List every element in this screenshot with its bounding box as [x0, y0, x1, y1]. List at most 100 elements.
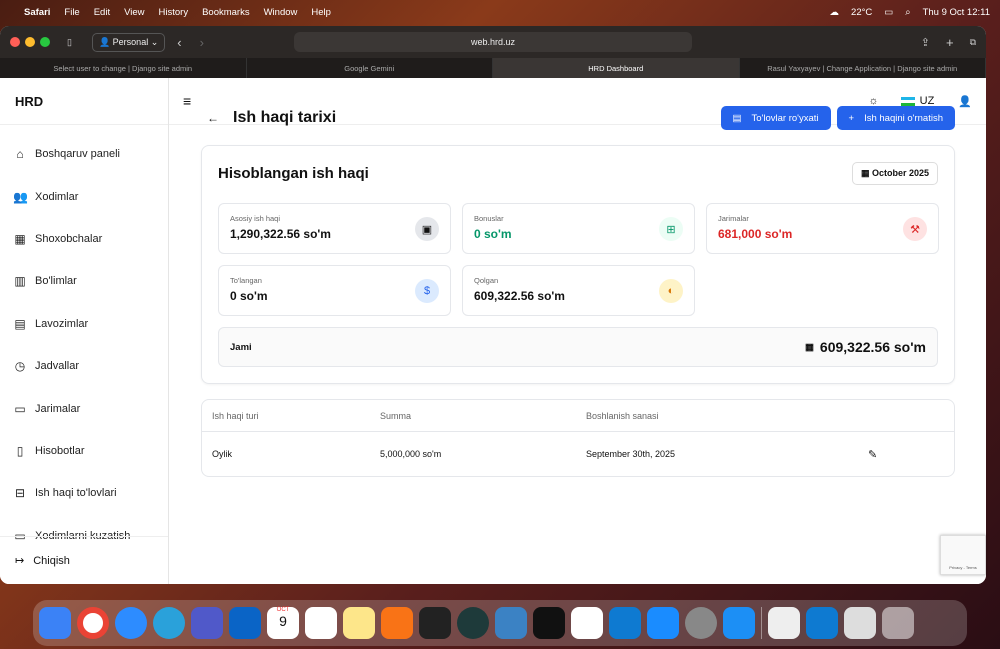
list-icon: ▤: [732, 112, 742, 124]
stat-value: 681,000 so'm: [718, 227, 793, 241]
minimize-window-button[interactable]: [25, 37, 35, 47]
menu-file[interactable]: File: [64, 7, 79, 18]
preview-icon[interactable]: [844, 607, 876, 639]
total-value: 609,322.56 so'm: [819, 339, 926, 355]
finder-icon[interactable]: [39, 607, 71, 639]
stat-base-salary: Asosiy ish haqi 1,290,322.56 so'm ▣: [218, 203, 451, 254]
cell-type: Oylik: [212, 449, 232, 459]
menu-app[interactable]: Safari: [24, 7, 50, 18]
menu-history[interactable]: History: [159, 7, 189, 18]
new-tab-icon[interactable]: +: [946, 35, 954, 50]
month-picker[interactable]: ▦ October 2025: [851, 162, 938, 185]
sidebar-item-positions[interactable]: ▤ Lavozimlar: [0, 303, 168, 345]
sidebar-item-label: Boshqaruv paneli: [35, 148, 121, 161]
sidebar-toggle-icon[interactable]: ▯: [67, 37, 72, 48]
brand-logo[interactable]: HRD: [0, 78, 168, 125]
close-window-button[interactable]: [10, 37, 20, 47]
vscode-window-icon[interactable]: [806, 607, 838, 639]
sidebar-item-departments[interactable]: ▥ Bo'limlar: [0, 260, 168, 302]
menu-view[interactable]: View: [124, 7, 144, 18]
main-content: ← Ish haqi tarixi ▤ To'lovlar ro'yxati + I…: [201, 106, 955, 477]
teams-icon[interactable]: [191, 607, 223, 639]
cell-amount: 5,000,000 so'm: [380, 449, 442, 459]
stat-label: Jarimalar: [718, 214, 749, 223]
telegram-icon[interactable]: [153, 607, 185, 639]
android-studio-icon[interactable]: [457, 607, 489, 639]
sidebar-item-label: Shoxobchalar: [35, 232, 103, 245]
network-icon[interactable]: [495, 607, 527, 639]
tab-hrd-dashboard[interactable]: HRD Dashboard: [493, 58, 740, 78]
user-icon[interactable]: 👤: [958, 95, 972, 108]
payments-list-label: To'lovlar ro'yxati: [751, 112, 819, 124]
search-icon[interactable]: ⌕: [905, 7, 910, 18]
forward-icon[interactable]: ›: [200, 35, 204, 50]
menu-bookmarks[interactable]: Bookmarks: [202, 7, 250, 18]
weather-icon[interactable]: ☁: [830, 7, 840, 18]
calendar-app-icon[interactable]: OCT 9: [267, 607, 299, 639]
share-icon[interactable]: ⇪: [921, 36, 930, 49]
menu-edit[interactable]: Edit: [94, 7, 110, 18]
plus-icon: +: [848, 112, 855, 124]
xcode-icon[interactable]: [647, 607, 679, 639]
document-icon[interactable]: [768, 607, 800, 639]
building-icon: ▦: [14, 231, 26, 246]
sidebar-item-dashboard[interactable]: ⌂ Boshqaruv paneli: [0, 133, 168, 175]
weather-text[interactable]: 22°C: [851, 7, 872, 18]
swift-playgrounds-icon[interactable]: [381, 607, 413, 639]
recaptcha-links[interactable]: Privacy - Terms: [949, 565, 976, 570]
back-arrow-icon[interactable]: ←: [207, 111, 219, 125]
sidebar-item-salary-payments[interactable]: ⊟ Ish haqi to'lovlari: [0, 472, 168, 514]
back-icon[interactable]: ‹: [177, 35, 181, 50]
total-label: Jami: [230, 341, 252, 353]
sidebar-item-label: Bo'limlar: [35, 275, 77, 288]
menu-window[interactable]: Window: [264, 7, 298, 18]
clock[interactable]: Thu 9 Oct 12:11: [923, 7, 990, 18]
recaptcha-badge[interactable]: Privacy - Terms: [940, 535, 986, 575]
sidebar-item-branches[interactable]: ▦ Shoxobchalar: [0, 218, 168, 260]
edit-pencil-icon[interactable]: ✎: [868, 448, 877, 461]
tab-django-users[interactable]: Select user to change | Django site admi…: [0, 58, 247, 78]
sidebar-item-label: Hisobotlar: [35, 444, 85, 457]
outlook-icon[interactable]: [229, 607, 261, 639]
terminal-icon[interactable]: [533, 607, 565, 639]
clock-icon: ◷: [14, 359, 26, 374]
tab-overview-icon[interactable]: ⧉: [970, 37, 976, 48]
table-row: Oylik 5,000,000 so'm September 30th, 202…: [202, 432, 954, 476]
vscode-icon[interactable]: [609, 607, 641, 639]
sidebar-item-label: Ish haqi to'lovlari: [35, 487, 117, 500]
tab-gemini[interactable]: Google Gemini: [247, 58, 493, 78]
uz-flag-icon: [900, 96, 915, 106]
profile-button[interactable]: 👤 Personal ⌄: [91, 32, 166, 52]
tab-django-application[interactable]: Rasul Yaxyayev | Change Application | Dj…: [740, 58, 986, 78]
piggy-bank-icon: ◐: [659, 279, 683, 303]
building-small-icon: ▥: [14, 274, 26, 289]
app-store-icon[interactable]: [723, 607, 755, 639]
browser-toolbar: ▯ 👤 Personal ⌄ ‹ › web.hrd.uz ⇪ + ⧉: [0, 26, 986, 58]
system-settings-icon[interactable]: [685, 607, 717, 639]
stat-bonuses: Bonuslar 0 so'm ⊞: [462, 203, 695, 254]
unity-icon[interactable]: [419, 607, 451, 639]
sidebar-item-schedules[interactable]: ◷ Jadvallar: [0, 345, 168, 387]
chatgpt-icon[interactable]: [571, 607, 603, 639]
users-icon: 👥: [13, 189, 28, 204]
notion-icon[interactable]: [305, 607, 337, 639]
sidebar-item-employees[interactable]: 👥 Xodimlar: [0, 175, 168, 217]
month-label: October 2025: [871, 168, 929, 178]
menu-icon[interactable]: ≡: [183, 93, 191, 109]
address-bar[interactable]: web.hrd.uz: [294, 32, 692, 52]
chrome-icon[interactable]: [77, 607, 109, 639]
stat-label: Asosiy ish haqi: [230, 214, 281, 223]
safari-icon[interactable]: [115, 607, 147, 639]
notes-icon[interactable]: [343, 607, 375, 639]
logout-label: Chiqish: [33, 554, 70, 567]
zoom-window-button[interactable]: [40, 37, 50, 47]
sidebar-item-fines[interactable]: ▭ Jarimalar: [0, 387, 168, 429]
trash-icon[interactable]: [882, 607, 914, 639]
sidebar-item-reports[interactable]: ▯ Hisobotlar: [0, 430, 168, 472]
payments-list-button[interactable]: ▤ To'lovlar ro'yxati: [720, 106, 831, 130]
dock-divider: [761, 607, 762, 639]
menu-help[interactable]: Help: [311, 7, 331, 18]
battery-icon[interactable]: ▭: [884, 7, 893, 18]
set-salary-button[interactable]: + Ish haqini o'rnatish: [836, 106, 955, 130]
logout-button[interactable]: ↦ Chiqish: [0, 536, 168, 584]
